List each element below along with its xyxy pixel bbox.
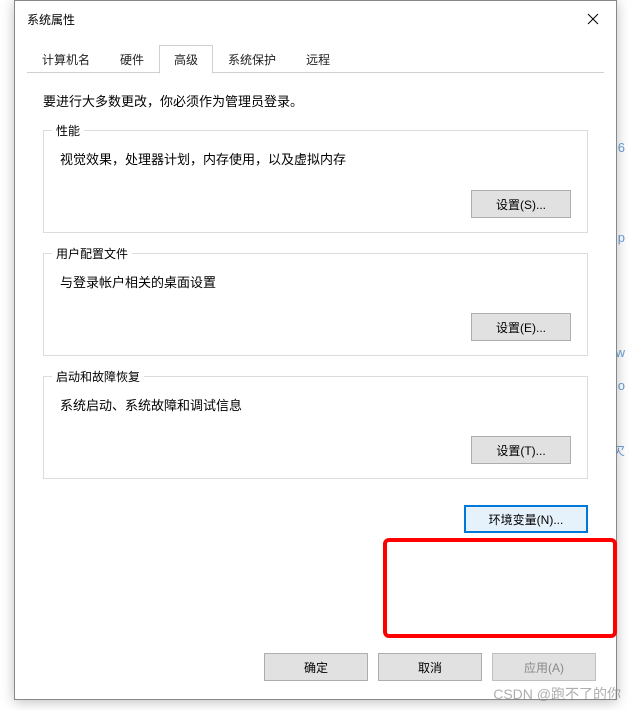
group-performance-desc: 视觉效果，处理器计划，内存使用，以及虚拟内存	[60, 149, 571, 168]
bg-char: w	[616, 345, 625, 360]
group-performance-title: 性能	[52, 122, 84, 139]
tab-remote[interactable]: 远程	[291, 45, 345, 73]
bg-char: p	[618, 230, 625, 245]
apply-button[interactable]: 应用(A)	[492, 653, 596, 681]
env-vars-row: 环境变量(N)...	[43, 499, 588, 543]
tab-system-protection[interactable]: 系统保护	[213, 45, 291, 73]
dialog-footer: 确定 取消 应用(A)	[15, 639, 616, 699]
titlebar: 系统属性	[15, 1, 616, 37]
tab-content-advanced: 要进行大多数更改，你必须作为管理员登录。 性能 视觉效果，处理器计划，内存使用，…	[15, 73, 616, 639]
cancel-button[interactable]: 取消	[378, 653, 482, 681]
system-properties-dialog: 系统属性 计算机名 硬件 高级 系统保护 远程 要进行大多数更改，你必须作为管理…	[14, 0, 617, 700]
close-button[interactable]	[570, 3, 616, 35]
user-profiles-settings-button[interactable]: 设置(E)...	[471, 313, 571, 341]
bg-char: 6	[618, 140, 625, 155]
group-startup-recovery-title: 启动和故障恢复	[52, 368, 144, 385]
admin-note: 要进行大多数更改，你必须作为管理员登录。	[43, 91, 588, 110]
environment-variables-button[interactable]: 环境变量(N)...	[464, 505, 588, 533]
group-startup-recovery: 启动和故障恢复 系统启动、系统故障和调试信息 设置(T)...	[43, 376, 588, 479]
group-user-profiles-title: 用户配置文件	[52, 245, 132, 262]
bg-char: o	[618, 378, 625, 393]
ok-button[interactable]: 确定	[264, 653, 368, 681]
tab-advanced[interactable]: 高级	[159, 45, 213, 74]
group-user-profiles-desc: 与登录帐户相关的桌面设置	[60, 272, 571, 291]
tab-hardware[interactable]: 硬件	[105, 45, 159, 73]
close-icon	[587, 13, 599, 25]
tab-computer-name[interactable]: 计算机名	[27, 45, 105, 73]
performance-settings-button[interactable]: 设置(S)...	[471, 190, 571, 218]
group-user-profiles: 用户配置文件 与登录帐户相关的桌面设置 设置(E)...	[43, 253, 588, 356]
group-startup-recovery-desc: 系统启动、系统故障和调试信息	[60, 395, 571, 414]
dialog-title: 系统属性	[27, 11, 75, 28]
startup-recovery-settings-button[interactable]: 设置(T)...	[471, 436, 571, 464]
tabstrip: 计算机名 硬件 高级 系统保护 远程	[15, 37, 616, 73]
group-performance: 性能 视觉效果，处理器计划，内存使用，以及虚拟内存 设置(S)...	[43, 130, 588, 233]
